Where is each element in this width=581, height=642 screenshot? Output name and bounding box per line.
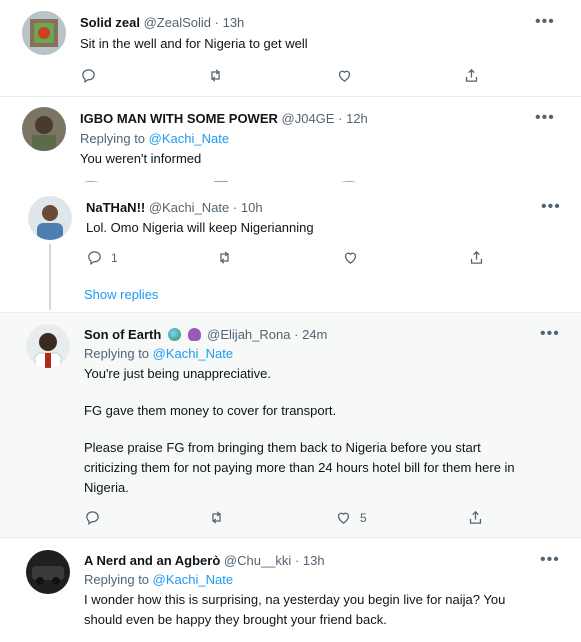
reply-icon[interactable] (84, 509, 101, 526)
text-line: criticizing them for not paying more tha… (84, 460, 515, 475)
avatar-image (26, 324, 70, 368)
more-icon[interactable]: ••• (541, 199, 561, 215)
tweet-igbo-man[interactable]: IGBO MAN WITH SOME POWER @J04GE · 12h ••… (0, 97, 581, 185)
replying-to-label: Replying to (80, 131, 146, 146)
tweet-solid-zeal[interactable]: Solid zeal @ZealSolid · 13h ••• Sit in t… (0, 0, 581, 96)
avatar-image (22, 11, 66, 55)
more-icon[interactable]: ••• (540, 326, 560, 342)
separator-dot: · (338, 111, 343, 126)
display-name[interactable]: Son of Earth (84, 327, 161, 342)
tweet-text: Lol. Omo Nigeria will keep Nigerianning (86, 220, 314, 235)
octopus-emoji-icon (187, 328, 201, 341)
replying-to: Replying to @Kachi_Nate (84, 346, 233, 362)
replying-to-handle[interactable]: @Kachi_Nate (149, 131, 229, 146)
timestamp[interactable]: 13h (303, 553, 325, 568)
share-icon[interactable] (467, 509, 484, 526)
like-icon (337, 512, 350, 524)
share-icon[interactable] (463, 67, 480, 84)
like-icon[interactable] (342, 249, 359, 266)
avatar-image (28, 196, 72, 240)
text-line (84, 421, 574, 438)
user-handle[interactable]: @Kachi_Nate (149, 200, 229, 215)
tweet-nathan[interactable]: NaTHaN!! @Kachi_Nate · 10h ••• Lol. Omo … (0, 186, 581, 312)
separator-dot: · (214, 15, 219, 30)
display-name[interactable]: Solid zeal (80, 15, 140, 30)
user-handle[interactable]: @Elijah_Rona (207, 327, 290, 342)
reply-count: 1 (111, 250, 118, 265)
show-replies-link[interactable]: Show replies (84, 287, 158, 302)
replying-to: Replying to @Kachi_Nate (84, 572, 233, 588)
retweet-icon[interactable] (216, 249, 233, 266)
tweet-header: A Nerd and an Agberò @Chu__kki · 13h (84, 553, 325, 569)
timestamp[interactable]: 12h (346, 111, 368, 126)
replying-to-label: Replying to (84, 346, 150, 361)
tweet-text: You weren't informed (80, 151, 202, 166)
reply-icon[interactable] (80, 67, 97, 84)
tweet-a-nerd[interactable]: A Nerd and an Agberò @Chu__kki · 13h •••… (0, 538, 581, 642)
reply-icon (88, 251, 101, 266)
avatar[interactable] (28, 196, 72, 240)
more-icon[interactable]: ••• (535, 110, 555, 126)
tweet-header: Solid zeal @ZealSolid · 13h (80, 15, 244, 31)
like-count: 5 (360, 510, 367, 525)
separator-dot: · (294, 553, 300, 568)
tweet-header: NaTHaN!! @Kachi_Nate · 10h (86, 200, 263, 216)
avatar-image (22, 107, 66, 151)
tweet-header: Son of Earth @Elijah_Rona · 24m (84, 327, 327, 343)
text-line (84, 384, 574, 401)
text-line: should even be happy they brought your f… (84, 612, 387, 627)
retweet-icon[interactable] (208, 509, 225, 526)
share-icon[interactable] (468, 249, 485, 266)
tweet-text: Sit in the well and for Nigeria to get w… (80, 36, 308, 51)
display-name[interactable]: NaTHaN!! (86, 200, 145, 215)
retweet-icon[interactable] (207, 67, 224, 84)
clipped-action-bar (80, 181, 480, 185)
display-name[interactable]: A Nerd and an Agberò (84, 553, 220, 568)
tweet-text: You're just being unappreciative. FG gav… (84, 364, 574, 498)
globe-emoji-icon (167, 328, 181, 341)
thread-line (49, 244, 51, 310)
reply-button[interactable]: 1 (86, 249, 118, 266)
separator-dot: · (232, 200, 238, 215)
like-icon[interactable] (336, 67, 353, 84)
tweet-text: I wonder how this is surprising, na yest… (84, 590, 574, 630)
like-button[interactable]: 5 (335, 509, 367, 526)
text-line: You're just being unappreciative. (84, 366, 272, 381)
replying-to: Replying to @Kachi_Nate (80, 131, 229, 147)
text-line: Nigeria. (84, 480, 129, 495)
display-name[interactable]: IGBO MAN WITH SOME POWER (80, 111, 278, 126)
timestamp[interactable]: 10h (241, 200, 263, 215)
timestamp[interactable]: 13h (223, 15, 245, 30)
text-line: FG gave them money to cover for transpor… (84, 403, 337, 418)
more-icon[interactable]: ••• (535, 14, 555, 30)
text-line: I wonder how this is surprising, na yest… (84, 592, 506, 607)
avatar[interactable] (26, 550, 70, 594)
tweet-header: IGBO MAN WITH SOME POWER @J04GE · 12h (80, 111, 368, 127)
avatar-image (26, 550, 70, 594)
avatar[interactable] (22, 11, 66, 55)
replying-to-label: Replying to (84, 572, 150, 587)
separator-dot: · (294, 327, 299, 342)
user-handle[interactable]: @ZealSolid (144, 15, 211, 30)
user-handle[interactable]: @J04GE (282, 111, 335, 126)
replying-to-handle[interactable]: @Kachi_Nate (153, 346, 233, 361)
replying-to-handle[interactable]: @Kachi_Nate (153, 572, 233, 587)
avatar[interactable] (22, 107, 66, 151)
more-icon[interactable]: ••• (540, 552, 560, 568)
text-line: Please praise FG from bringing them back… (84, 440, 481, 455)
timestamp[interactable]: 24m (302, 327, 327, 342)
tweet-son-of-earth[interactable]: Son of Earth @Elijah_Rona · 24m ••• Repl… (0, 313, 581, 537)
avatar[interactable] (26, 324, 70, 368)
user-handle[interactable]: @Chu__kki (224, 553, 291, 568)
